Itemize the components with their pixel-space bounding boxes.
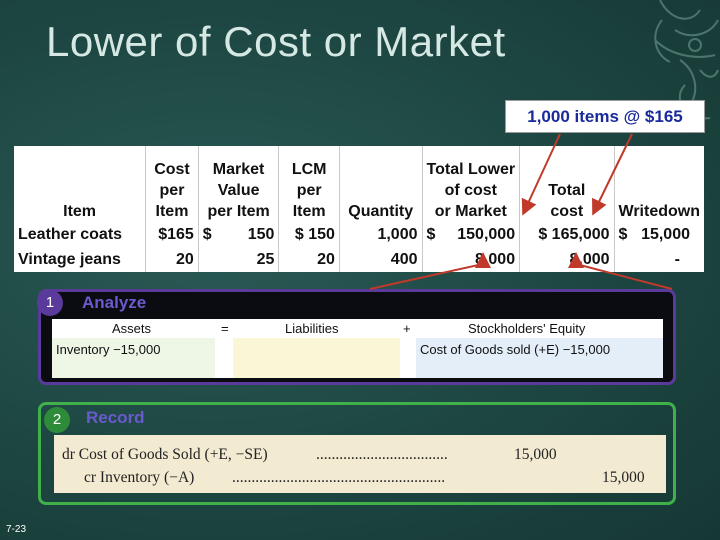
annotation-arrows [369,133,673,290]
analyze-arrow-left [369,252,491,290]
callout-arrow-left [521,133,561,216]
analyze-arrow-right [568,252,673,290]
callout-arrow-right [592,133,633,216]
slide-number: 7-23 [6,524,27,535]
